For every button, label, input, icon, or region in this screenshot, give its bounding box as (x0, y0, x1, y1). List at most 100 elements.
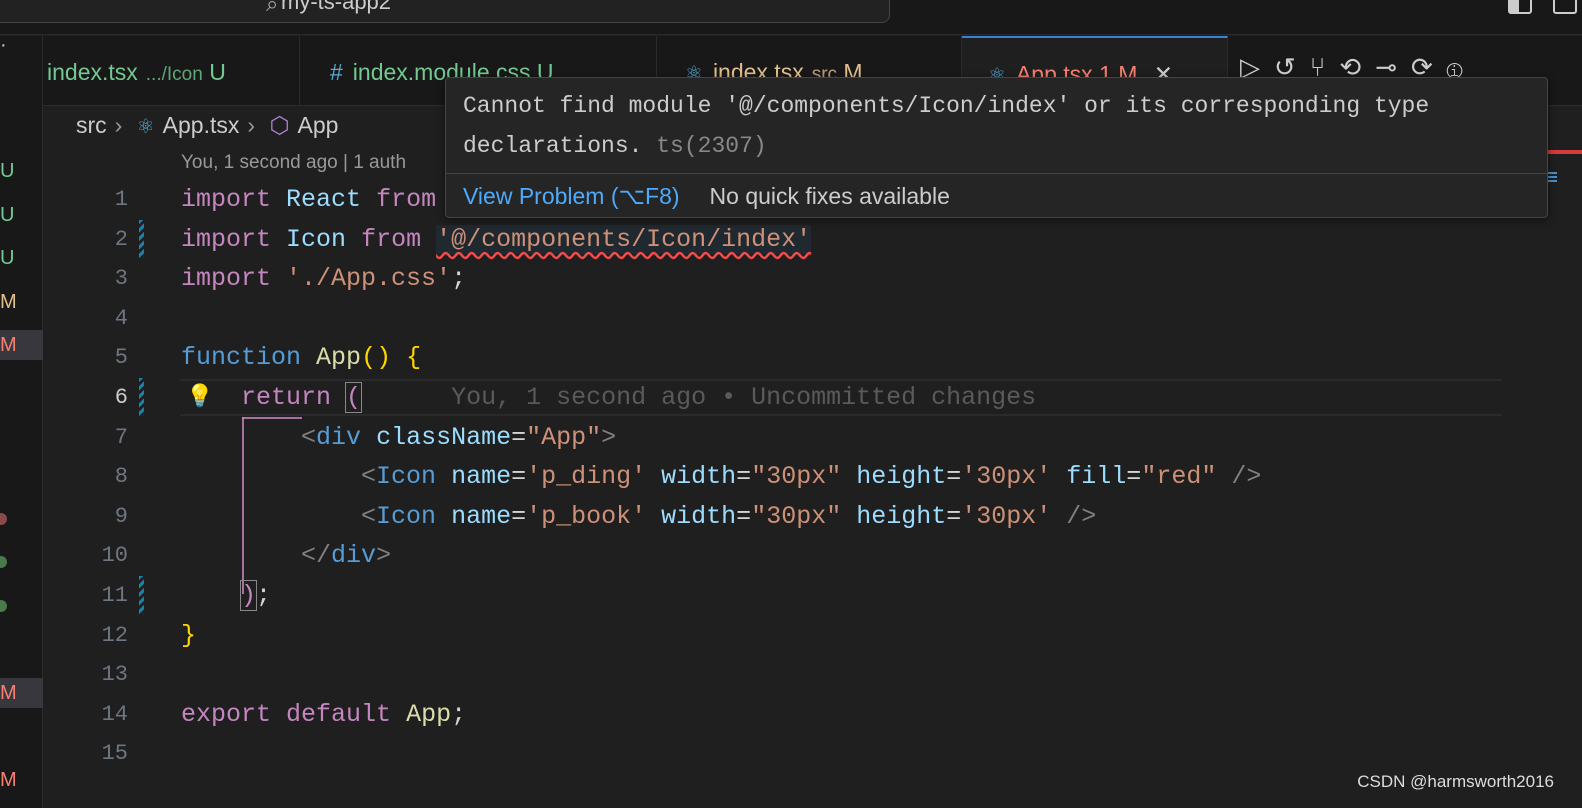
code-token: = (1126, 462, 1142, 492)
breadcrumb-symbol[interactable]: App (298, 112, 339, 138)
code-token: ) (240, 579, 258, 611)
code-token: } (181, 620, 197, 650)
watermark: CSDN @harmsworth2016 (1357, 772, 1554, 791)
error-squiggle[interactable]: '@/components/Icon/index' (436, 224, 812, 254)
code-token: return (241, 382, 332, 412)
code-token: height (856, 501, 947, 531)
line-number: 5 (114, 345, 128, 371)
line-number: 15 (101, 741, 128, 767)
code-line: 2 import Icon from '@/components/Icon/ind… (0, 220, 1582, 260)
code-token: ; (256, 580, 272, 610)
no-quick-fixes-text: No quick fixes available (709, 183, 950, 209)
code-line: 12} (0, 616, 1582, 656)
line-number: 11 (101, 582, 128, 608)
code-token: "30px" (751, 462, 842, 492)
css-hash-icon: # (330, 59, 343, 85)
code-token: import (181, 185, 272, 214)
code-token: </div> (181, 536, 391, 576)
code-token: function App() { (181, 338, 421, 378)
code-token: import Icon from '@/components/Icon/inde… (181, 220, 812, 260)
code-token: 'p_book' (526, 501, 647, 531)
code-token: () (361, 343, 392, 373)
code-token: <div className="App"> (181, 418, 616, 458)
code-token: { (406, 343, 422, 373)
line-number: 13 (101, 662, 128, 688)
code-line: 14 export default App; (0, 695, 1582, 735)
code-line: 4 (0, 299, 1582, 339)
code-token: <Icon name='p_book' width="30px" height=… (181, 497, 1096, 537)
breadcrumb-src[interactable]: src (76, 112, 107, 138)
component-icon: ⬡ (269, 112, 290, 138)
code-token: width (661, 462, 737, 492)
code-token: = (736, 462, 752, 492)
line-number: 6 (114, 384, 128, 410)
search-icon: ⌕ (266, 0, 279, 16)
command-center[interactable]: ⌕ my-ts-app2 (0, 0, 890, 23)
code-line: 9 <Icon name='p_book' width="30px" heigh… (0, 497, 1582, 537)
code-line: 5 function App() { (0, 338, 1582, 378)
code-token: < (301, 422, 317, 452)
minimap[interactable] (1547, 172, 1557, 184)
minimap-error-marker (1547, 150, 1582, 154)
code-token: < (361, 462, 377, 492)
code-token: </ (301, 541, 332, 571)
code-token: ( (345, 381, 363, 413)
code-token: App (316, 343, 362, 373)
code-token: "App" (526, 422, 602, 452)
line-number: 2 (114, 226, 128, 252)
breadcrumb-file[interactable]: App.tsx (163, 112, 240, 138)
code-token: from (376, 185, 437, 214)
code-token: className (376, 422, 512, 452)
code-token: export default App; (181, 695, 466, 735)
code-line: 13 (0, 655, 1582, 695)
code-token: ; (451, 264, 467, 294)
code-token: div (331, 541, 377, 571)
code-token: import (181, 224, 272, 254)
code-token: div (316, 422, 362, 452)
react-icon: ⚛ (136, 116, 155, 138)
code-token: = (946, 501, 962, 531)
error-code: ts(2307) (656, 133, 767, 159)
code-line: 3 import './App.css'; (0, 259, 1582, 299)
code-line: 7 <div className="App"> (0, 418, 1582, 458)
code-token: App (406, 699, 452, 729)
code-token: < (361, 501, 377, 531)
error-hover-popup: Cannot find module '@/components/Icon/in… (445, 77, 1548, 218)
line-number: 14 (101, 701, 128, 727)
code-token: from (361, 224, 422, 254)
lightbulb-icon[interactable]: 💡 (186, 383, 213, 409)
toggle-sidebar-icon[interactable] (1508, 0, 1532, 14)
code-token: React (286, 185, 362, 214)
code-token: return ( You, 1 second ago • Uncommitted… (181, 378, 1036, 418)
error-message: Cannot find module '@/components/Icon/in… (463, 93, 1430, 159)
line-number: 8 (114, 464, 128, 490)
code-token: ; (451, 699, 467, 729)
line-number: 12 (101, 622, 128, 648)
line-number: 1 (114, 187, 128, 212)
code-token: name (451, 462, 512, 492)
toggle-panel-icon[interactable] (1553, 0, 1577, 14)
tab-icon-index-tsx[interactable]: index.tsx .../Icon U (33, 36, 300, 106)
code-token: export (181, 699, 272, 729)
code-line: 11 ); (0, 576, 1582, 616)
code-token: import (181, 264, 272, 294)
code-token: > (601, 422, 617, 452)
code-token: = (946, 462, 962, 492)
code-token: "red" (1141, 462, 1217, 492)
breadcrumb: src › ⚛ App.tsx › ⬡ App (76, 112, 339, 138)
line-number: 4 (114, 305, 128, 331)
code-token: '30px' (961, 501, 1052, 531)
code-token: width (661, 501, 737, 531)
view-problem-link[interactable]: View Problem (⌥F8) (463, 183, 680, 209)
codelens-blame[interactable]: You, 1 second ago | 1 auth (181, 152, 406, 174)
code-token: function (181, 343, 302, 373)
code-token: = (511, 501, 527, 531)
line-number: 9 (114, 503, 128, 529)
code-token: "30px" (751, 501, 842, 531)
line-number: 7 (114, 424, 128, 450)
workspace-name: my-ts-app2 (281, 0, 392, 14)
code-token: ); (181, 576, 271, 616)
code-token: /> (1231, 462, 1262, 492)
code-token: > (376, 541, 392, 571)
code-editor[interactable]: 1 import React from 2 import Icon from '@/… (0, 180, 1582, 774)
